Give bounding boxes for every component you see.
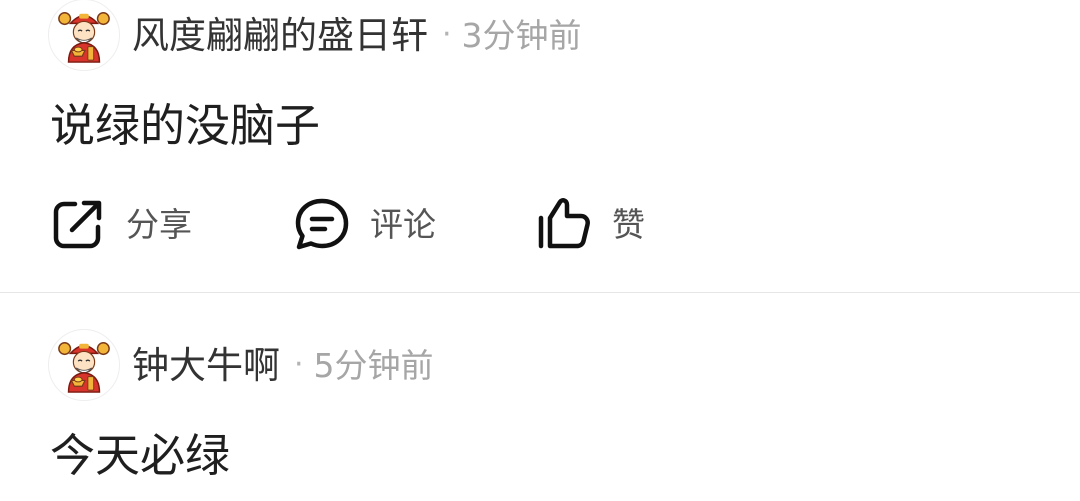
share-label: 分享 bbox=[126, 204, 192, 244]
post-header: 风度翩翩的盛日轩 · 3分钟前 bbox=[48, 0, 582, 72]
god-of-wealth-avatar-icon bbox=[58, 12, 110, 63]
share-icon bbox=[53, 200, 102, 249]
avatar[interactable] bbox=[48, 329, 120, 401]
share-button[interactable]: 分享 bbox=[50, 196, 192, 252]
meta-separator: · bbox=[442, 17, 452, 52]
comment-icon bbox=[295, 198, 349, 250]
post-card: 风度翩翩的盛日轩 · 3分钟前 说绿的没脑子 分享 评论 赞 bbox=[0, 0, 1080, 293]
action-bar: 分享 评论 赞 bbox=[50, 196, 750, 252]
like-button[interactable]: 赞 bbox=[536, 196, 645, 252]
thumbs-up-icon bbox=[538, 198, 590, 249]
post-time: 3分钟前 bbox=[461, 15, 582, 55]
meta-separator: · bbox=[294, 347, 304, 382]
post-card: 钟大牛啊 · 5分钟前 今天必绿 bbox=[0, 293, 1080, 501]
comment-label: 评论 bbox=[370, 204, 436, 244]
post-content[interactable]: 说绿的没脑子 bbox=[50, 103, 320, 148]
avatar[interactable] bbox=[48, 0, 120, 71]
username[interactable]: 钟大牛啊 bbox=[132, 347, 280, 384]
god-of-wealth-avatar-icon bbox=[58, 342, 110, 393]
post-header: 钟大牛啊 · 5分钟前 bbox=[48, 328, 434, 402]
username[interactable]: 风度翩翩的盛日轩 bbox=[132, 17, 428, 54]
comment-button[interactable]: 评论 bbox=[294, 196, 436, 252]
post-content[interactable]: 今天必绿 bbox=[50, 433, 230, 478]
post-time: 5分钟前 bbox=[313, 345, 434, 385]
like-label: 赞 bbox=[612, 204, 645, 244]
